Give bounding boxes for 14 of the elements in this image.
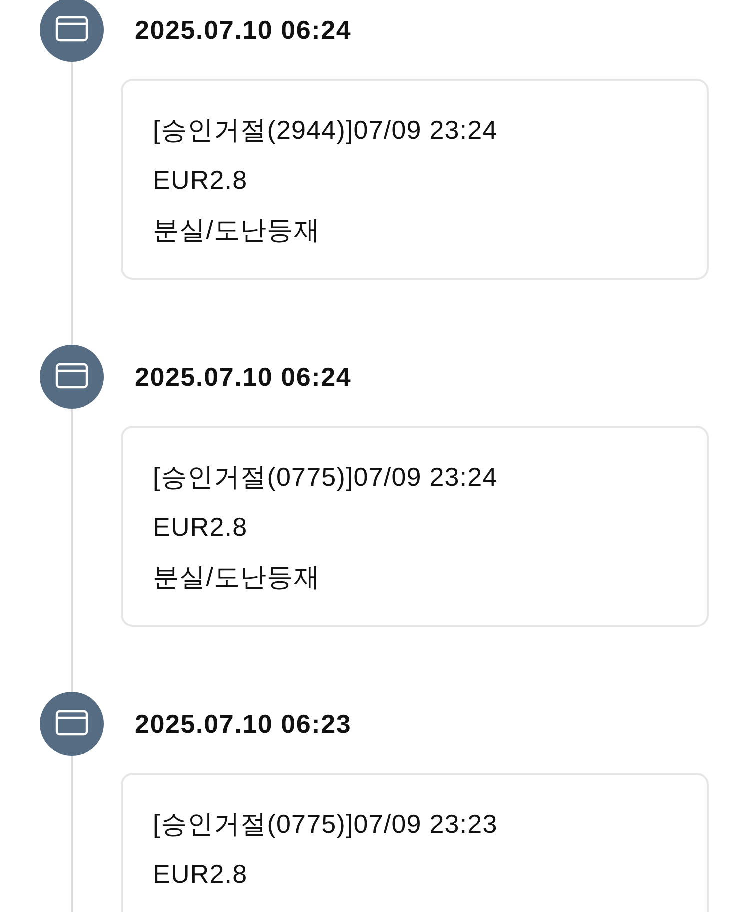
card-icon (40, 345, 104, 409)
message-line: [승인거절(0775)]07/09 23:24 (153, 461, 498, 494)
message-line: EUR2.8 (153, 164, 248, 197)
message-line: 분실/도난등재 (153, 561, 320, 594)
timestamp: 2025.07.10 06:24 (135, 362, 352, 392)
message-line: 분실/도난등재 (153, 214, 320, 247)
message-line: EUR2.8 (153, 511, 248, 544)
timestamp: 2025.07.10 06:23 (135, 708, 352, 740)
timestamp: 2025.07.10 06:24 (135, 14, 352, 46)
card-icon (40, 0, 104, 62)
message-line: [승인거절(0775)]07/09 23:23 (153, 808, 498, 841)
message-line: [승인거절(2944)]07/09 23:24 (153, 114, 498, 147)
card-icon (40, 692, 104, 756)
message-line: EUR2.8 (153, 858, 248, 891)
